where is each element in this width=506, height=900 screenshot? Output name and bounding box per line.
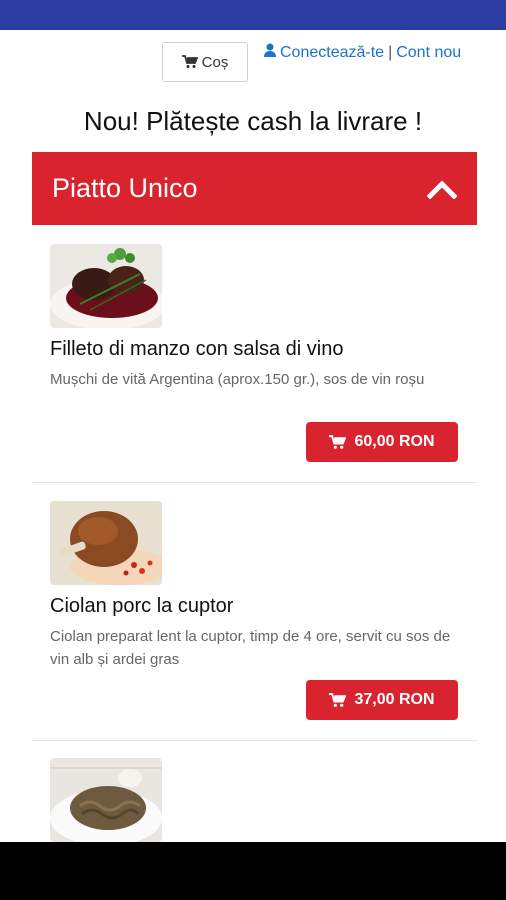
divider bbox=[32, 740, 477, 741]
product-description: Ciolan preparat lent la cuptor, timp de … bbox=[50, 628, 451, 668]
bottom-navigation-bar bbox=[0, 842, 506, 900]
product-item: Filleto di manzo con salsa di vino Mușch… bbox=[32, 244, 477, 474]
add-to-cart-button[interactable]: 37,00 RON bbox=[306, 680, 458, 720]
category-title: Piatto Unico bbox=[52, 173, 198, 203]
top-status-bar bbox=[0, 0, 506, 30]
product-image-beef[interactable] bbox=[50, 244, 162, 328]
product-image-pork-knuckle[interactable] bbox=[50, 501, 162, 585]
divider bbox=[32, 482, 477, 483]
auth-separator: | bbox=[388, 43, 393, 61]
auth-links: Conectează-te | Cont nou bbox=[264, 43, 461, 62]
product-image-pasta[interactable] bbox=[50, 758, 162, 842]
cart-icon bbox=[329, 692, 347, 708]
register-link[interactable]: Cont nou bbox=[396, 44, 461, 62]
product-name: Filleto di manzo con salsa di vino bbox=[50, 338, 344, 360]
cart-label: Coș bbox=[201, 53, 229, 71]
chevron-up-icon[interactable] bbox=[427, 179, 457, 199]
price-label: 60,00 RON bbox=[354, 433, 435, 450]
price-label: 37,00 RON bbox=[354, 691, 435, 708]
login-link[interactable]: Conectează-te bbox=[280, 44, 384, 62]
category-header-piatto-unico[interactable]: Piatto Unico bbox=[32, 152, 477, 225]
product-description: Mușchi de vită Argentina (aprox.150 gr.)… bbox=[50, 371, 425, 388]
product-name: Ciolan porc la cuptor bbox=[50, 595, 234, 617]
user-icon bbox=[264, 43, 276, 62]
promo-banner-text: Nou! Plătește cash la livrare ! bbox=[83, 106, 423, 136]
product-item bbox=[32, 758, 477, 842]
add-to-cart-button[interactable]: 60,00 RON bbox=[306, 422, 458, 462]
product-item: Ciolan porc la cuptor Ciolan preparat le… bbox=[32, 501, 477, 731]
cart-icon bbox=[181, 55, 198, 69]
cart-button[interactable]: Coș bbox=[162, 42, 248, 82]
cart-icon bbox=[329, 434, 347, 450]
